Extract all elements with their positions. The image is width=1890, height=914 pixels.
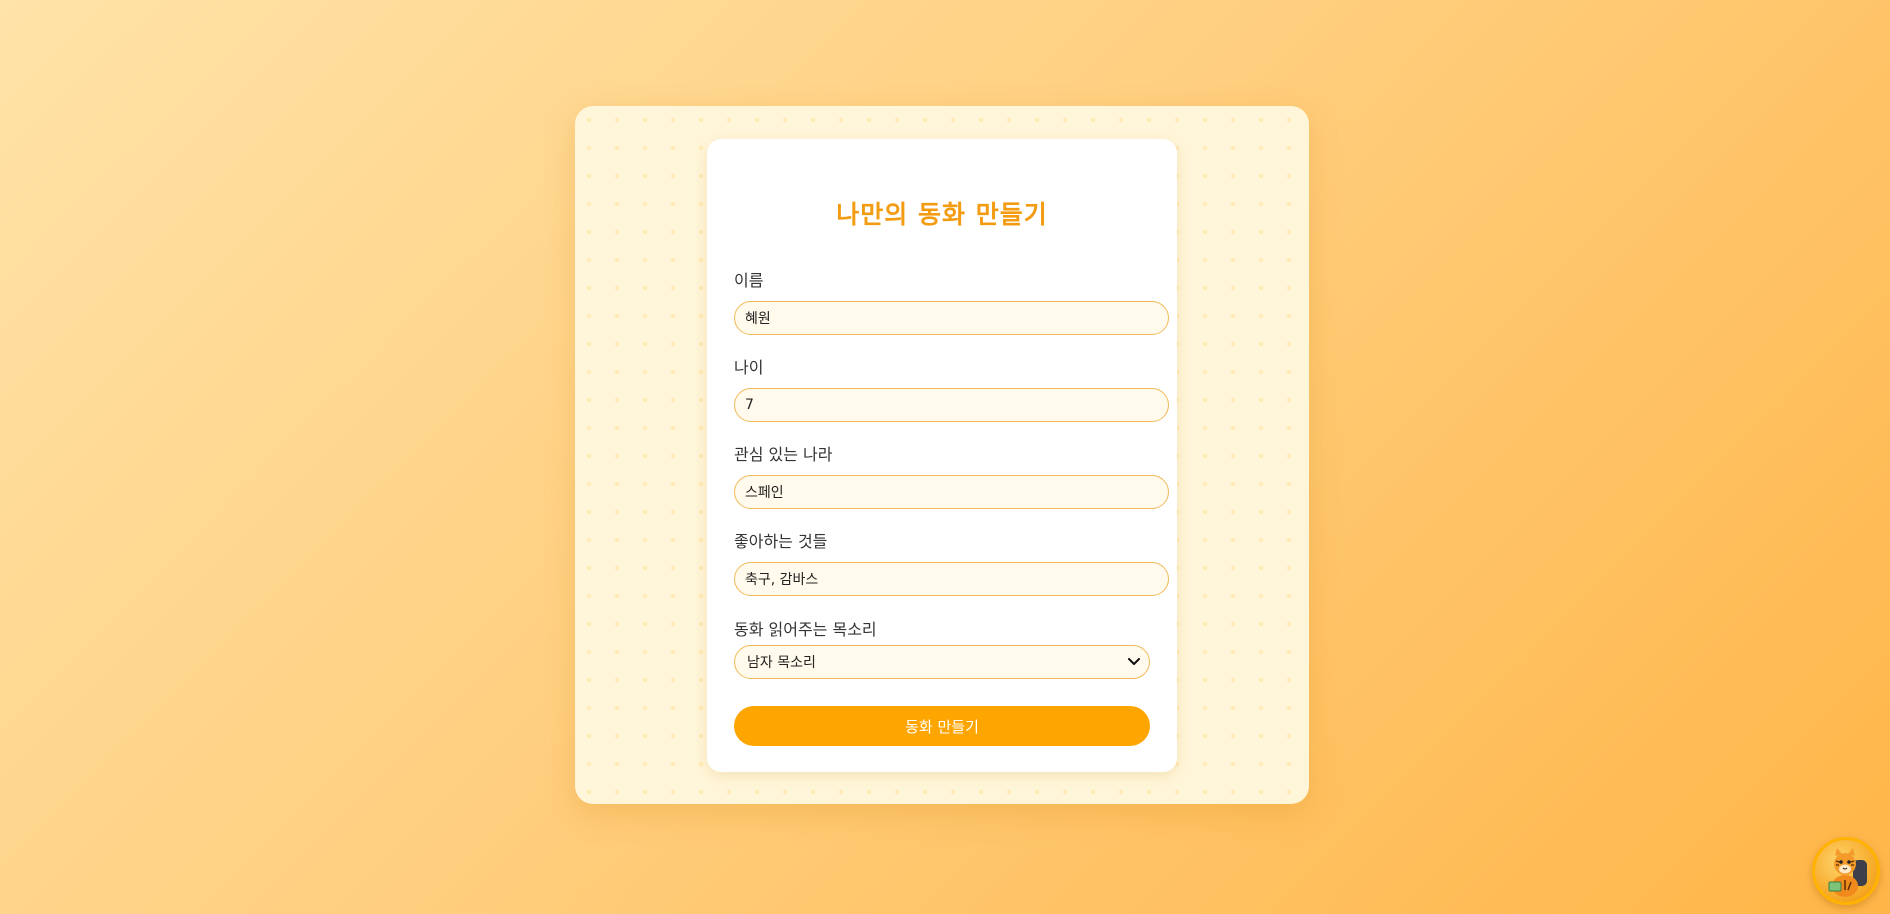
page-title: 나만의 동화 만들기 xyxy=(836,200,1048,229)
voice-select-value: 남자 목소리 xyxy=(747,655,816,671)
chevron-down-icon xyxy=(1127,655,1141,669)
age-input[interactable] xyxy=(734,388,1169,422)
country-label: 관심 있는 나라 xyxy=(734,445,833,464)
voice-label: 동화 읽어주는 목소리 xyxy=(734,620,877,639)
country-input[interactable] xyxy=(734,475,1169,509)
favorites-input[interactable] xyxy=(734,562,1169,596)
name-label: 이름 xyxy=(734,271,764,290)
tiger-mascot-icon[interactable] xyxy=(1812,837,1880,905)
age-label: 나이 xyxy=(734,358,764,377)
story-form-card: 나만의 동화 만들기 이름 나이 관심 있는 나라 좋아하는 것들 동화 읽어주… xyxy=(707,139,1177,772)
create-story-button[interactable]: 동화 만들기 xyxy=(734,706,1150,746)
form-backdrop-panel: 나만의 동화 만들기 이름 나이 관심 있는 나라 좋아하는 것들 동화 읽어주… xyxy=(575,106,1309,804)
favorites-label: 좋아하는 것들 xyxy=(734,532,828,551)
voice-select[interactable]: 남자 목소리 xyxy=(734,645,1150,679)
name-input[interactable] xyxy=(734,301,1169,335)
